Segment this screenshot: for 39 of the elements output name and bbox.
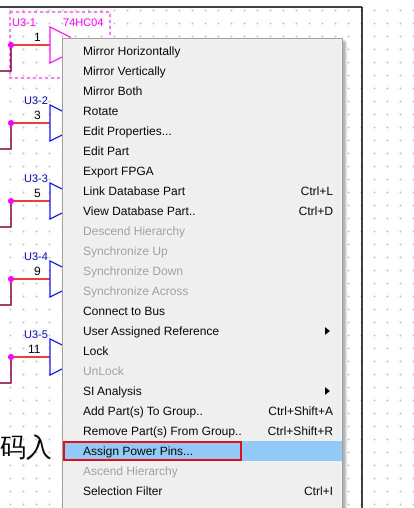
menu-item[interactable]: Export FPGA bbox=[63, 161, 342, 181]
pin-number: 5 bbox=[34, 186, 41, 200]
menu-item[interactable]: Rotate bbox=[63, 101, 342, 121]
menu-item[interactable]: Lock bbox=[63, 341, 342, 361]
junction-dot bbox=[8, 42, 14, 48]
wire bbox=[0, 200, 50, 228]
part-reference: U3-1 bbox=[12, 17, 36, 29]
junction-dot bbox=[8, 120, 14, 126]
junction-dot bbox=[8, 276, 14, 282]
menu-item[interactable]: Edit Properties... bbox=[63, 121, 342, 141]
pin-number: 9 bbox=[34, 264, 41, 278]
menu-item[interactable]: Mirror Horizontally bbox=[63, 41, 342, 61]
pin-number: 11 bbox=[28, 342, 40, 356]
wire bbox=[0, 122, 50, 150]
schematic-text: 码入 bbox=[0, 432, 52, 465]
part-reference: U3-2 bbox=[24, 95, 48, 107]
menu-item[interactable]: User Assigned Reference bbox=[63, 321, 342, 341]
part-value: 74HC04 bbox=[63, 17, 104, 29]
menu-item[interactable]: Add Part(s) To Group.. Ctrl+Shift+A bbox=[63, 401, 342, 421]
menu-item[interactable]: Remove Part(s) From Group.. Ctrl+Shift+R bbox=[63, 421, 342, 441]
wire bbox=[0, 278, 50, 306]
pin-number: 1 bbox=[34, 30, 41, 44]
menu-item[interactable]: Edit Part bbox=[63, 141, 342, 161]
menu-item[interactable]: Mirror Vertically bbox=[63, 61, 342, 81]
menu-item[interactable]: Connect to Bus bbox=[63, 301, 342, 321]
pin-number: 3 bbox=[34, 108, 41, 122]
part-reference: U3-4 bbox=[24, 251, 48, 263]
menu-item[interactable]: Mirror Both bbox=[63, 81, 342, 101]
wire bbox=[0, 356, 50, 384]
junction-dot bbox=[8, 198, 14, 204]
junction-dot bbox=[8, 354, 14, 360]
menu-item[interactable]: Assign Power Pins... bbox=[63, 441, 242, 461]
part-reference: U3-3 bbox=[24, 173, 48, 185]
menu-item[interactable]: Selection Filter Ctrl+I bbox=[63, 481, 342, 501]
menu-item[interactable]: SI Analysis bbox=[63, 381, 342, 401]
wire bbox=[0, 44, 50, 72]
part-reference: U3-5 bbox=[24, 329, 48, 341]
menu-item[interactable]: View Database Part.. Ctrl+D bbox=[63, 201, 342, 221]
menu-item[interactable]: Link Database Part Ctrl+L bbox=[63, 181, 342, 201]
